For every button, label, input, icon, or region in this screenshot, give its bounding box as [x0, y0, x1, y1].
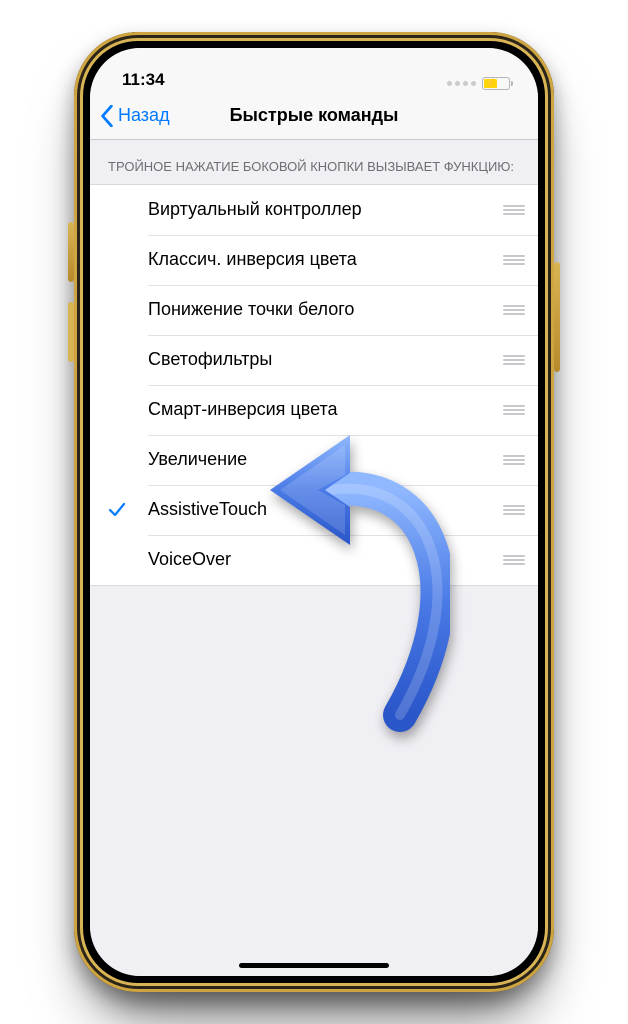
checkmark-icon — [108, 501, 126, 519]
check-slot — [108, 501, 148, 519]
list-item[interactable]: Виртуальный контроллер — [90, 185, 538, 235]
phone-frame: 11:34 ⚡ Назад Быстрые команды — [74, 32, 554, 992]
reorder-handle-icon[interactable] — [498, 305, 538, 315]
home-indicator[interactable] — [239, 963, 389, 968]
row-label: Светофильтры — [148, 349, 498, 370]
reorder-handle-icon[interactable] — [498, 455, 538, 465]
status-right: ⚡ — [447, 77, 510, 90]
list-item[interactable]: Понижение точки белого — [90, 285, 538, 335]
battery-fill: ⚡ — [484, 79, 497, 88]
screen: 11:34 ⚡ Назад Быстрые команды — [90, 48, 538, 976]
charging-bolt-icon: ⚡ — [485, 79, 496, 88]
status-time: 11:34 — [122, 70, 165, 90]
row-label: Смарт-инверсия цвета — [148, 399, 498, 420]
section-header: ТРОЙНОЕ НАЖАТИЕ БОКОВОЙ КНОПКИ ВЫЗЫВАЕТ … — [90, 140, 538, 184]
row-label: AssistiveTouch — [148, 499, 498, 520]
list-item[interactable]: Смарт-инверсия цвета — [90, 385, 538, 435]
chevron-left-icon — [100, 105, 114, 127]
reorder-handle-icon[interactable] — [498, 555, 538, 565]
list-item[interactable]: AssistiveTouch — [90, 485, 538, 535]
reorder-handle-icon[interactable] — [498, 505, 538, 515]
nav-bar: Назад Быстрые команды — [90, 92, 538, 140]
row-label: Классич. инверсия цвета — [148, 249, 498, 270]
list-item[interactable]: Увеличение — [90, 435, 538, 485]
list-item[interactable]: Светофильтры — [90, 335, 538, 385]
back-label: Назад — [118, 105, 170, 126]
list-item[interactable]: Классич. инверсия цвета — [90, 235, 538, 285]
row-label: Понижение точки белого — [148, 299, 498, 320]
reorder-handle-icon[interactable] — [498, 255, 538, 265]
row-label: VoiceOver — [148, 549, 498, 570]
shortcut-list: Виртуальный контроллер Классич. инверсия… — [90, 184, 538, 586]
list-item[interactable]: VoiceOver — [90, 535, 538, 585]
reorder-handle-icon[interactable] — [498, 405, 538, 415]
row-label: Увеличение — [148, 449, 498, 470]
back-button[interactable]: Назад — [90, 105, 170, 127]
reorder-handle-icon[interactable] — [498, 205, 538, 215]
reorder-handle-icon[interactable] — [498, 355, 538, 365]
content: ТРОЙНОЕ НАЖАТИЕ БОКОВОЙ КНОПКИ ВЫЗЫВАЕТ … — [90, 140, 538, 976]
cellular-dots-icon — [447, 81, 476, 86]
status-bar: 11:34 ⚡ — [90, 48, 538, 92]
row-label: Виртуальный контроллер — [148, 199, 498, 220]
battery-icon: ⚡ — [482, 77, 510, 90]
